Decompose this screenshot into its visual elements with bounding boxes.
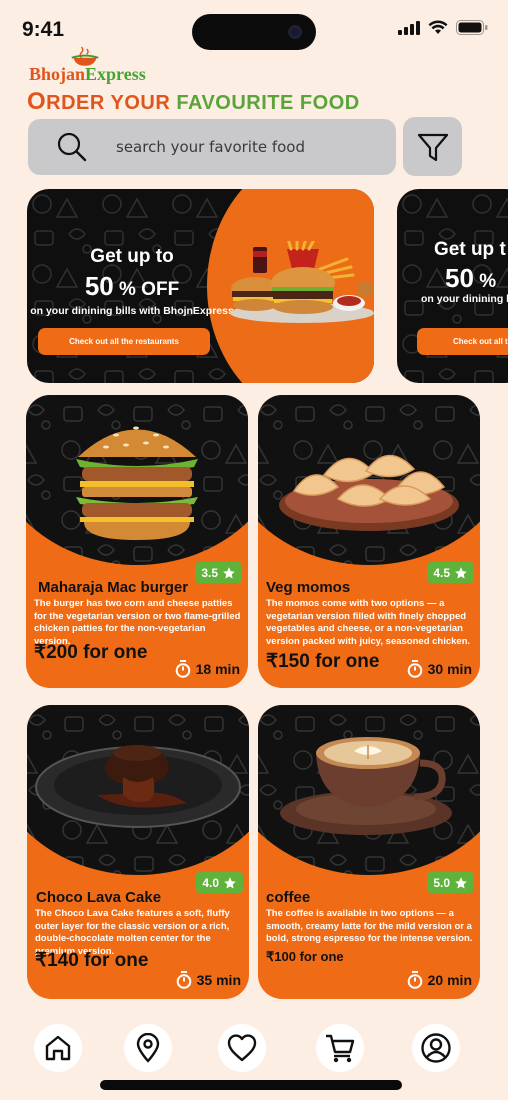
dish-card[interactable]: 5.0 coffee The coffee is available in tw… — [258, 705, 480, 999]
timer-icon — [176, 971, 191, 989]
star-icon — [224, 876, 236, 889]
banner-heading: Get up t — [434, 239, 506, 260]
timer-icon — [407, 971, 422, 989]
brand-name-part2: Express — [85, 64, 146, 84]
promo-banner[interactable]: Get up t 50 % on your dinining bills Che… — [397, 189, 508, 383]
delivery-time: 18 min — [175, 660, 240, 678]
timer-icon — [407, 660, 422, 678]
brand-name-part1: Bhojan — [29, 64, 86, 84]
tagline-initial: O — [27, 88, 47, 115]
signal-icon — [398, 20, 420, 35]
nav-location-button[interactable] — [124, 1024, 172, 1072]
rating-value: 3.5 — [201, 565, 218, 580]
restaurants-cta-button[interactable]: Check out all the restaurants — [38, 328, 210, 355]
dish-name: Maharaja Mac burger — [38, 579, 189, 596]
momos-image — [279, 454, 459, 531]
dish-name: Veg momos — [266, 579, 351, 596]
brand-name: BhojanExpress — [29, 64, 146, 85]
banner-subtext: on your dinining bills with BhojnExpress — [30, 305, 234, 317]
dish-price: ₹100 for one — [266, 949, 344, 964]
home-indicator[interactable] — [100, 1080, 402, 1090]
timer-icon — [175, 660, 190, 678]
dish-name: coffee — [266, 889, 311, 906]
rating-value: 5.0 — [433, 875, 450, 890]
wifi-icon — [428, 20, 448, 34]
nav-profile-button[interactable] — [412, 1024, 460, 1072]
banner-percent-suffix: % — [473, 271, 497, 292]
tagline-part1: RDER YOUR — [46, 92, 177, 114]
dish-description: The coffee is available in two options —… — [266, 908, 473, 944]
dish-price: ₹150 for one — [266, 651, 380, 672]
filter-button[interactable] — [403, 117, 462, 176]
page-tagline: ORDER YOUR FAVOURITE FOOD — [27, 88, 360, 116]
rating-value: 4.0 — [202, 875, 219, 890]
banner-percent-suffix: % OFF — [113, 279, 180, 300]
tagline-part2: FAVOURITE FOOD — [176, 92, 360, 114]
banner-heading: Get up to — [90, 246, 174, 267]
banner-discount: 50 % — [445, 263, 508, 294]
search-icon[interactable] — [56, 131, 88, 163]
rating-badge: 4.0 — [196, 872, 243, 893]
banner-percent: 50 — [445, 263, 474, 293]
status-icons — [398, 20, 488, 35]
coffee-image — [280, 737, 452, 835]
bottom-nav — [0, 1016, 508, 1080]
promo-banner[interactable]: Get up to 50 % OFF on your dinining bill… — [27, 189, 374, 383]
star-icon — [223, 566, 235, 579]
dynamic-island — [192, 14, 316, 50]
rating-badge: 5.0 — [427, 872, 474, 893]
search-bar[interactable] — [28, 119, 396, 175]
nav-cart-button[interactable] — [316, 1024, 364, 1072]
lava-cake-image — [35, 745, 241, 828]
delivery-time: 30 min — [407, 660, 472, 678]
dish-price: ₹140 for one — [35, 950, 149, 971]
delivery-time-value: 20 min — [427, 972, 472, 988]
burger-fries-image — [230, 241, 374, 323]
filter-icon — [417, 133, 448, 161]
banner-subtext: on your dinining bills — [421, 293, 508, 305]
dish-card[interactable]: 4.5 Veg momos The momos come with two op… — [258, 395, 480, 688]
restaurants-cta-button[interactable]: Check out all th — [417, 328, 508, 355]
cart-icon — [326, 1034, 355, 1063]
dish-description: The momos come with two options — a vege… — [266, 598, 471, 647]
profile-icon — [421, 1033, 451, 1063]
delivery-time: 35 min — [176, 971, 241, 989]
heart-icon — [227, 1034, 257, 1062]
status-time: 9:41 — [22, 18, 65, 41]
banner-percent: 50 — [84, 271, 114, 301]
star-icon — [455, 876, 467, 889]
nav-home-button[interactable] — [34, 1024, 82, 1072]
delivery-time-value: 30 min — [427, 661, 472, 677]
battery-icon — [456, 20, 488, 35]
burger-image — [76, 426, 198, 540]
delivery-time-value: 35 min — [196, 972, 241, 988]
search-input[interactable] — [116, 133, 376, 161]
rating-badge: 4.5 — [427, 562, 474, 583]
rating-value: 4.5 — [433, 565, 450, 580]
dish-price: ₹200 for one — [34, 642, 148, 663]
location-icon — [136, 1033, 160, 1063]
nav-favorites-button[interactable] — [218, 1024, 266, 1072]
rating-badge: 3.5 — [195, 562, 242, 583]
dish-card[interactable]: 3.5 Maharaja Mac burger The burger has t… — [26, 395, 248, 688]
delivery-time-value: 18 min — [195, 661, 240, 677]
dish-card[interactable]: 4.0 Choco Lava Cake The Choco Lava Cake … — [27, 705, 249, 999]
dish-name: Choco Lava Cake — [36, 889, 162, 906]
banner-discount: 50 % OFF — [27, 271, 237, 302]
star-icon — [455, 566, 467, 579]
home-icon — [45, 1035, 71, 1061]
delivery-time: 20 min — [407, 971, 472, 989]
